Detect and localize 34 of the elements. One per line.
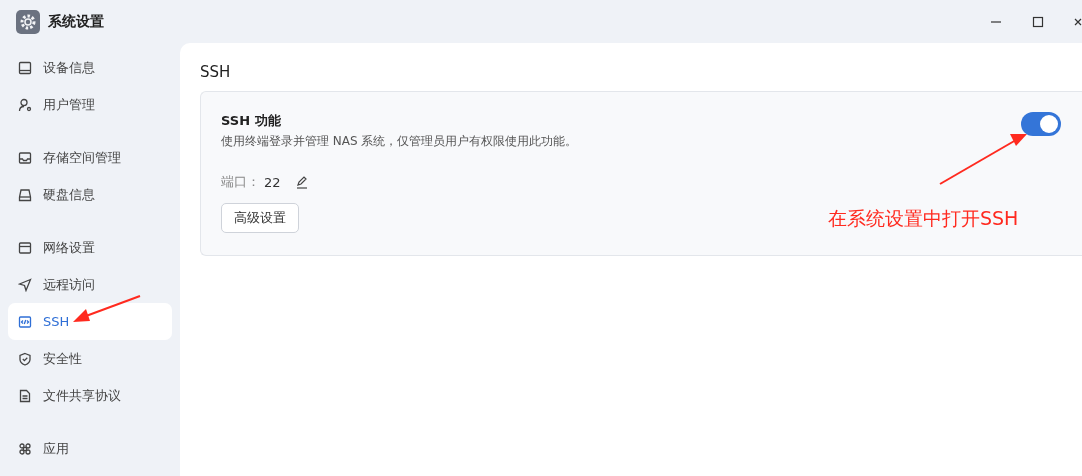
close-icon (1074, 16, 1082, 27)
sidebar-item[interactable]: 远程访问 (8, 266, 172, 303)
tray-icon (18, 150, 32, 165)
window-icon (18, 240, 32, 255)
sidebar-item[interactable]: 硬盘信息 (8, 176, 172, 213)
sidebar-item[interactable]: SSH (8, 303, 172, 340)
annotation-arrow (73, 295, 141, 322)
send-icon (18, 277, 32, 292)
port-value: 22 (264, 174, 281, 190)
setting-title: SSH 功能 (221, 112, 282, 130)
gear-icon (16, 9, 40, 34)
code-icon (18, 314, 32, 329)
drive-icon (18, 187, 32, 202)
monitor-icon (18, 60, 32, 75)
setting-description: 使用终端登录并管理 NAS 系统，仅管理员用户有权限使用此功能。 (221, 133, 578, 150)
document-icon (18, 388, 32, 403)
sidebar-item[interactable]: 应用 (8, 430, 172, 467)
port-label: 端口： (221, 173, 260, 191)
edit-icon[interactable] (294, 175, 309, 189)
sidebar-item[interactable]: 网络设置 (8, 229, 172, 266)
sidebar-item[interactable]: 用户管理 (8, 86, 172, 123)
window-title: 系统设置 (48, 12, 104, 31)
shield-icon (18, 351, 32, 366)
toggle-switch[interactable] (1021, 112, 1061, 136)
sidebar-item[interactable]: 存储空间管理 (8, 139, 172, 176)
annotation-text: 在系统设置中打开SSH (828, 206, 1019, 231)
command-icon (18, 441, 32, 456)
maximize-icon (1032, 15, 1044, 28)
sidebar-item[interactable]: 设备信息 (8, 49, 172, 86)
advanced-settings-button[interactable]: 高级设置 (221, 203, 299, 233)
user-icon (18, 97, 32, 112)
sidebar-item[interactable]: 文件共享协议 (8, 377, 172, 414)
page-title: SSH (200, 62, 232, 83)
sidebar-item[interactable]: 安全性 (8, 340, 172, 377)
